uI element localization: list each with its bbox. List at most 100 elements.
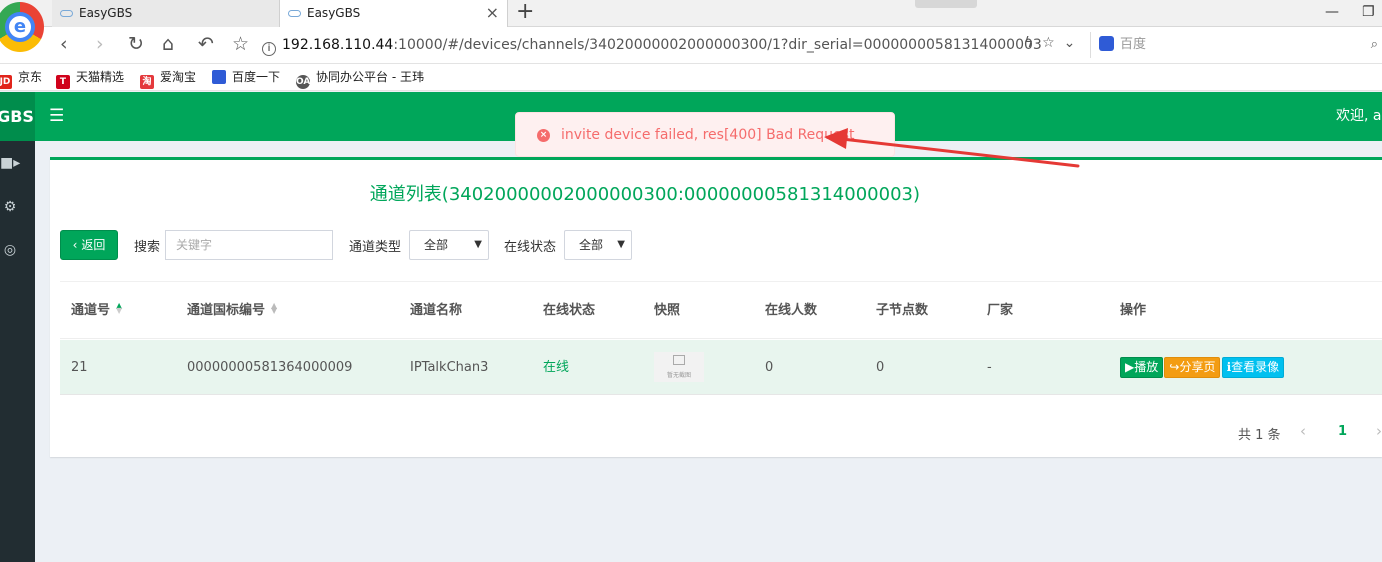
column-header-status: 在线状态: [543, 303, 596, 318]
column-header-vendor: 厂家: [987, 303, 1014, 318]
search-icon[interactable]: ⌕: [1371, 32, 1378, 58]
page-number[interactable]: 1: [1338, 424, 1347, 439]
cell-vendor: -: [987, 360, 992, 375]
prev-page-icon[interactable]: ‹: [1300, 422, 1306, 440]
address-path: :10000/#/devices/channels/34020000002000…: [393, 37, 1042, 53]
app-logo[interactable]: GBS: [0, 92, 35, 141]
search-label: 搜索: [134, 240, 161, 255]
column-header-gb-id[interactable]: 通道国标编号 ▲ ▼: [187, 282, 277, 340]
play-icon: ▶: [1125, 360, 1135, 374]
online-status-select[interactable]: 全部 ▼: [564, 230, 632, 260]
column-header-snapshot: 快照: [654, 303, 681, 318]
cell-channel-no: 21: [71, 360, 88, 375]
back-button[interactable]: ‹ 返回: [60, 230, 118, 260]
toast-message: invite device failed, res[400] Bad Reque…: [561, 127, 855, 143]
restore-icon[interactable]: ❐: [1362, 0, 1375, 24]
browser-tab-bar: EasyGBS EasyGBS × + — ❐: [0, 0, 1382, 27]
gears-icon[interactable]: ⚙: [0, 199, 20, 215]
bookmark-baidu[interactable]: 百度一下: [212, 64, 280, 90]
jd-icon: JD: [0, 75, 12, 89]
search-input[interactable]: [165, 230, 333, 260]
cloud-icon: [288, 10, 301, 17]
table-header: 通道号 ▲ ▼ 通道国标编号 ▲ ▼ 通道名称 在线状态 快照 在线人数 子节点数 厂家…: [60, 281, 1382, 339]
browser-tab-1[interactable]: EasyGBS: [52, 0, 280, 27]
column-header-channel-no[interactable]: 通道号 ▲ ▼: [71, 282, 122, 340]
oa-icon: OA: [296, 75, 311, 89]
channel-type-select[interactable]: 全部 ▼: [409, 230, 489, 260]
snapshot-thumbnail[interactable]: 暂无截图: [654, 352, 704, 382]
address-host: 192.168.110.44: [282, 37, 394, 53]
error-toast: × invite device failed, res[400] Bad Req…: [515, 112, 895, 157]
table-row: 21 00000000581364000009 IPTalkChan3 在线 暂…: [60, 340, 1382, 395]
column-header-text: 通道国标编号: [187, 303, 266, 318]
channel-type-label: 通道类型: [349, 240, 402, 255]
home-icon[interactable]: ⌂: [162, 34, 174, 54]
column-header-text: 通道号: [71, 303, 111, 318]
lightning-icon[interactable]: ϟ: [1024, 35, 1033, 51]
bookmark-tmall[interactable]: T 天猫精选: [56, 64, 124, 90]
minimize-icon[interactable]: —: [1325, 0, 1339, 24]
life-ring-icon[interactable]: ◎: [0, 242, 20, 258]
cell-children: 0: [876, 360, 885, 375]
browser-search-box[interactable]: 百度 ⌕: [1090, 32, 1382, 58]
browser-toolbar: ‹ › ↻ ⌂ ↶ ☆ i 192.168.110.44:10000/#/devi…: [0, 27, 1382, 64]
undo-close-icon[interactable]: ↶: [198, 34, 214, 54]
online-status-label: 在线状态: [504, 240, 557, 255]
back-label: 返回: [81, 238, 106, 252]
sort-icon[interactable]: ▲ ▼: [116, 302, 122, 315]
view-recording-button[interactable]: ℹ查看录像: [1221, 357, 1285, 378]
play-button[interactable]: ▶播放: [1120, 357, 1164, 378]
page-title: 通道列表(34020000002000000300:00000000581314…: [369, 184, 920, 205]
bookmark-star-icon[interactable]: ☆: [1042, 35, 1055, 51]
snapshot-caption: 暂无截图: [666, 372, 691, 379]
new-tab-button[interactable]: +: [516, 0, 534, 24]
online-status-value: 全部: [579, 238, 604, 252]
share-button[interactable]: ↪分享页: [1164, 357, 1221, 378]
next-page-icon[interactable]: ›: [1376, 422, 1382, 440]
bookmark-label: 京东: [18, 70, 43, 84]
bookmark-oa[interactable]: OA 协同办公平台 - 王玮: [296, 64, 424, 90]
site-info-icon[interactable]: i: [262, 42, 276, 56]
bookmark-label: 爱淘宝: [160, 70, 197, 84]
chevron-down-icon[interactable]: ⌄: [1064, 35, 1076, 51]
cell-status: 在线: [543, 360, 570, 375]
baidu-paw-icon: [212, 70, 226, 84]
column-header-viewers: 在线人数: [765, 303, 818, 318]
channel-list-box: 通道列表(34020000002000000300:00000000581314…: [50, 157, 1382, 457]
sort-icon[interactable]: ▲ ▼: [271, 302, 277, 315]
reload-icon[interactable]: ↻: [128, 34, 144, 54]
caret-down-icon: ▼: [474, 239, 482, 250]
window-snap-icon[interactable]: [915, 0, 977, 8]
close-icon[interactable]: ×: [486, 0, 499, 26]
play-label: 播放: [1134, 360, 1159, 374]
tab-title: EasyGBS: [307, 6, 361, 20]
browser-tab-2[interactable]: EasyGBS ×: [280, 0, 508, 27]
channel-type-value: 全部: [424, 238, 449, 252]
video-camera-icon[interactable]: ■▸: [0, 155, 20, 171]
caret-down-icon: ▼: [617, 239, 625, 250]
welcome-user[interactable]: 欢迎, ad: [1336, 92, 1382, 141]
forward-icon[interactable]: ›: [96, 34, 104, 54]
bookmarks-bar: JD 京东 T 天猫精选 淘爱淘宝 百度一下 OA 协同办公平台 - 王玮: [0, 64, 1382, 91]
baidu-icon: [1099, 36, 1114, 51]
bookmark-label: 协同办公平台 - 王玮: [316, 70, 424, 84]
tmall-icon: T: [56, 75, 70, 89]
favorite-star-icon[interactable]: ☆: [232, 34, 249, 54]
taobao-icon: 淘: [140, 75, 154, 89]
cell-gb-id: 00000000581364000009: [187, 360, 353, 375]
address-bar[interactable]: i 192.168.110.44:10000/#/devices/channels…: [262, 32, 1082, 58]
share-label: 分享页: [1179, 360, 1216, 374]
cell-viewers: 0: [765, 360, 774, 375]
cell-name: IPTalkChan3: [410, 360, 489, 375]
bookmark-label: 百度一下: [232, 70, 281, 84]
record-label: 查看录像: [1231, 360, 1280, 374]
back-icon[interactable]: ‹: [60, 34, 68, 54]
chevron-left-icon: ‹: [72, 238, 78, 252]
column-header-actions: 操作: [1120, 303, 1147, 318]
bookmark-aitaobao[interactable]: 淘爱淘宝: [140, 64, 196, 90]
column-header-name: 通道名称: [410, 303, 463, 318]
bookmark-jd[interactable]: JD 京东: [0, 64, 42, 90]
search-placeholder: 百度: [1120, 37, 1147, 52]
bookmark-label: 天猫精选: [76, 70, 125, 84]
menu-toggle-icon[interactable]: ☰: [49, 107, 64, 125]
